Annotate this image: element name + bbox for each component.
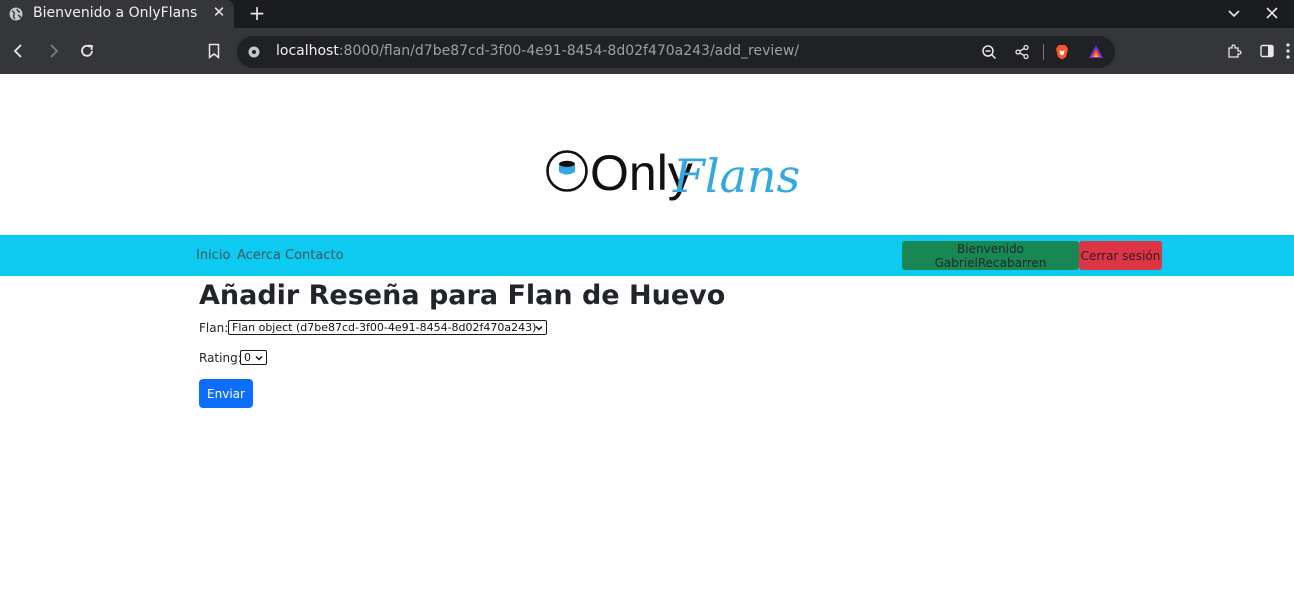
address-bar[interactable]: localhost:8000/flan/d7be87cd-3f00-4e91-8… [237,36,1115,68]
onlyflans-logo[interactable]: Only Flans [545,138,807,204]
share-icon[interactable] [1014,44,1030,60]
extensions-icon[interactable] [1226,43,1242,59]
welcome-user-button[interactable]: Bienvenido GabrielRecabarren [902,241,1079,270]
back-icon[interactable] [10,42,28,60]
flan-select[interactable]: Flan object (d7be87cd-3f00-4e91-8454-8d0… [228,320,547,335]
nav-link-contact[interactable]: Contacto [285,248,344,263]
rating-label: Rating: [199,351,242,365]
url-path: :8000/flan/d7be87cd-3f00-4e91-8454-8d02f… [338,43,800,59]
chevron-down-icon[interactable] [1226,5,1242,21]
menu-icon[interactable] [1286,42,1290,60]
nav-link-about[interactable]: Acerca [237,248,281,263]
browser-toolbar: localhost:8000/flan/d7be87cd-3f00-4e91-8… [0,28,1294,74]
url-host: localhost [276,43,339,59]
nav-link-home[interactable]: Inicio [196,248,230,263]
flan-label: Flan: [199,321,229,335]
navbar: Inicio Acerca Contacto Bienvenido Gabrie… [0,235,1294,276]
browser-tab-bar: Bienvenido a OnlyFlans ✕ + [0,0,1294,28]
reload-icon[interactable] [78,42,96,60]
globe-icon [9,7,23,21]
zoom-out-icon[interactable] [981,44,997,60]
bookmark-icon[interactable] [205,42,223,60]
window-close-icon[interactable] [1265,6,1279,20]
address-bar-divider [1043,44,1044,60]
rating-select[interactable]: 0 [240,350,267,365]
chevron-down-icon [535,325,543,331]
rating-select-value: 0 [244,351,251,364]
close-tab-icon[interactable]: ✕ [211,4,227,20]
forward-icon[interactable] [44,42,62,60]
site-info-icon[interactable] [247,45,261,59]
brave-shields-icon[interactable] [1054,44,1070,60]
brave-rewards-icon[interactable] [1088,44,1104,60]
tab-title: Bienvenido a OnlyFlans [33,5,198,21]
sidebar-icon[interactable] [1259,43,1275,59]
logout-button[interactable]: Cerrar sesión [1079,241,1162,270]
submit-button[interactable]: Enviar [199,379,253,408]
flan-select-value: Flan object (d7be87cd-3f00-4e91-8454-8d0… [232,321,537,334]
browser-tab[interactable]: Bienvenido a OnlyFlans ✕ [0,0,234,28]
url-text[interactable]: localhost:8000/flan/d7be87cd-3f00-4e91-8… [276,43,799,59]
page-title: Añadir Reseña para Flan de Huevo [199,280,726,311]
chevron-down-icon [255,355,263,361]
logo-text-flans: Flans [672,149,800,203]
new-tab-icon[interactable]: + [248,3,266,23]
